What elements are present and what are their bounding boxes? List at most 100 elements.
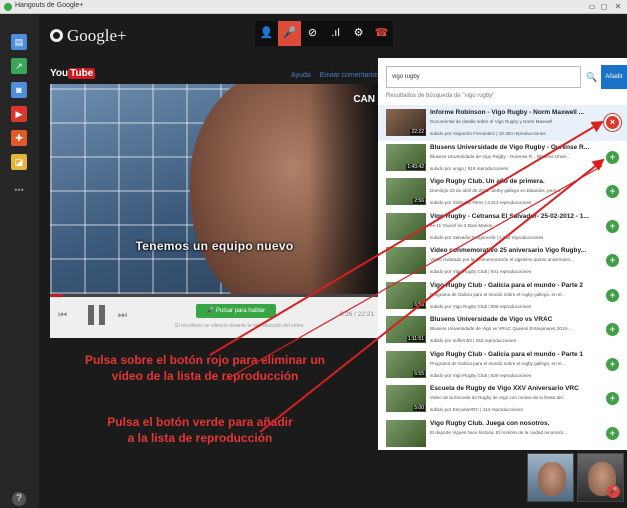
remove-from-playlist-button[interactable]: × bbox=[606, 116, 619, 129]
result-thumbnail[interactable]: 1:11:51 bbox=[386, 316, 426, 343]
help-link[interactable]: Ayuda bbox=[291, 72, 311, 79]
add-to-playlist-button[interactable]: + bbox=[606, 219, 619, 233]
add-to-playlist-button[interactable]: + bbox=[606, 323, 619, 336]
apps-sidebar: ▤ ↗ ◙ ▶ ✚ ◪ ••• ? bbox=[0, 14, 39, 508]
result-description: Blusens Universidade de Vigo vs VRAC Que… bbox=[430, 326, 573, 331]
result-title[interactable]: Vigo Rugby - Cetransa El Salvador- 25-02… bbox=[430, 213, 593, 220]
add-to-playlist-button[interactable]: + bbox=[606, 392, 619, 405]
video-player[interactable]: CAN Tenemos un equipo nuevo bbox=[50, 84, 379, 294]
hangouts-window: Hangouts de Google+ ▭ ◻ ✕ ▤ ↗ ◙ ▶ ✚ ◪ ••• ? Go… bbox=[0, 0, 627, 508]
video-time: 0:26 / 22:21 bbox=[339, 311, 374, 318]
mic-muted-note: El micrófono se silencia durante la repr… bbox=[175, 323, 305, 329]
add-to-playlist-button[interactable]: + bbox=[606, 254, 619, 267]
camera-off-icon[interactable]: ⊘ bbox=[301, 21, 324, 46]
signal-icon[interactable]: .ıl bbox=[324, 21, 347, 46]
participant-thumbnail-1[interactable] bbox=[527, 453, 574, 502]
red-annotation-line-1: Pulsa sobre el botón rojo para eliminar … bbox=[84, 353, 326, 367]
result-meta: subido por Sinborbo Films | 3.313 reprod… bbox=[430, 200, 532, 205]
result-row[interactable]: 1:43:42 Blusens Universidade de Vigo Rugb… bbox=[378, 140, 627, 176]
result-row[interactable]: 6:53 Vigo Rugby Club - Galicia para el mu… bbox=[378, 278, 627, 314]
help-icon[interactable]: ? bbox=[12, 492, 26, 506]
result-thumbnail[interactable] bbox=[386, 419, 426, 447]
add-to-playlist-button[interactable]: + bbox=[606, 426, 619, 440]
result-row[interactable]: 5:00 Escuela de Rugby de Vigo XXV Anivers… bbox=[378, 381, 627, 417]
add-to-playlist-button[interactable]: + bbox=[606, 288, 619, 302]
result-title[interactable]: Vigo Rugby Club - Galicia para el mundo … bbox=[430, 351, 593, 358]
result-row[interactable]: 6:55 Vigo Rugby Club - Galicia para el mu… bbox=[378, 347, 627, 383]
result-thumbnail[interactable] bbox=[386, 247, 426, 274]
video-subtitle: Tenemos un equipo nuevo bbox=[135, 239, 294, 253]
result-row[interactable]: 22:22 Informe Robinson - Vigo Rugby - Nor… bbox=[378, 105, 627, 141]
result-thumbnail[interactable] bbox=[386, 212, 426, 240]
mic-icon: 🎤 bbox=[206, 308, 217, 314]
camera-icon[interactable]: ◙ bbox=[11, 82, 27, 98]
invite-icon[interactable]: 👤 bbox=[255, 21, 278, 46]
hangup-icon[interactable]: ☎ bbox=[370, 21, 393, 46]
push-to-talk-label: Pulsar para hablar bbox=[216, 308, 266, 314]
result-duration: 22:22 bbox=[410, 129, 425, 135]
youtube-logo-you: You bbox=[50, 68, 69, 79]
window-title: Hangouts de Google+ bbox=[15, 2, 84, 9]
result-title[interactable]: Escuela de Rugby de Vigo XXV Aniversario… bbox=[430, 385, 593, 392]
feedback-link[interactable]: Enviar comentarios bbox=[320, 72, 380, 79]
result-meta: subido por EscuelaVRC | 414 reproduccion… bbox=[430, 407, 523, 412]
youtube-app-icon[interactable]: ▶ bbox=[11, 106, 27, 122]
next-icon[interactable]: ⏭ bbox=[118, 310, 127, 321]
result-title[interactable]: Vigo Rugby Club - Galicia para el mundo … bbox=[430, 282, 593, 289]
more-apps-icon[interactable]: ••• bbox=[11, 182, 27, 198]
participant-thumbnail-2[interactable]: 🎤 bbox=[577, 453, 624, 502]
screenshare-icon[interactable]: ↗ bbox=[11, 58, 27, 74]
result-row[interactable]: Vigo Rugby - Cetransa El Salvador- 25-02… bbox=[378, 209, 627, 245]
result-title[interactable]: Blusens Universidade de Vigo vs VRAC bbox=[430, 316, 593, 323]
result-description: ex-11 Youcef ex-2 Dani Marion bbox=[430, 222, 493, 228]
add-to-playlist-button[interactable]: + bbox=[606, 185, 619, 198]
result-meta: subido por suffern63 | 253 reproduccione… bbox=[430, 338, 516, 343]
result-thumbnail[interactable]: 1:43:42 bbox=[386, 143, 426, 171]
result-row[interactable]: 2:56 Vigo Rugby Club. Un año de primera. D… bbox=[378, 174, 627, 210]
result-title[interactable]: Informe Robinson - Vigo Rugby - Norm Max… bbox=[430, 109, 593, 116]
lifebuoy-icon[interactable]: ✚ bbox=[11, 130, 27, 146]
chat-icon[interactable]: ▤ bbox=[11, 34, 27, 50]
result-meta: subido por Salvador Borgoncelo | 2.084 r… bbox=[430, 234, 544, 240]
result-thumbnail[interactable]: 2:56 bbox=[386, 178, 426, 205]
pause-button[interactable] bbox=[88, 305, 106, 325]
previous-icon[interactable]: ⏮ bbox=[58, 310, 67, 321]
result-row[interactable]: Vigo Rugby Club. Juega con nosotros. El d… bbox=[378, 416, 627, 451]
youtube-logo: You Tube bbox=[50, 68, 96, 79]
google-plus-logo: Google+ bbox=[50, 26, 127, 46]
search-icon[interactable]: 🔍 bbox=[583, 66, 601, 88]
result-row[interactable]: 1:11:51 Blusens Universidade de Vigo vs V… bbox=[378, 312, 627, 348]
result-title[interactable]: Blusens Universidade de Vigo Rugby - Our… bbox=[430, 144, 593, 151]
push-to-talk-button[interactable]: 🎤 Pulsar para hablar bbox=[196, 304, 276, 318]
close-button[interactable]: ✕ bbox=[612, 1, 624, 12]
youtube-links: Ayuda Enviar comentarios bbox=[291, 72, 387, 79]
minimize-button[interactable]: ▭ bbox=[587, 1, 597, 12]
result-description: Blusens Universidade de Vigo Rugby - Our… bbox=[430, 153, 571, 159]
search-input[interactable] bbox=[386, 66, 581, 88]
result-meta: subido por Vigo Rugby Club | 628 reprodu… bbox=[430, 372, 532, 378]
mic-muted-icon[interactable]: 🎤 bbox=[278, 21, 301, 46]
settings-icon[interactable]: ⚙ bbox=[347, 21, 370, 46]
add-button[interactable]: Añadir bbox=[601, 65, 627, 89]
result-title[interactable]: Vigo Rugby Club. Un año de primera. bbox=[430, 178, 593, 185]
call-toolbar: 👤 🎤 ⊘ .ıl ⚙ ☎ bbox=[255, 21, 393, 46]
result-description: Programa de Galicia para el mundo sobre … bbox=[430, 360, 566, 366]
result-duration: 1:11:51 bbox=[406, 336, 425, 342]
effects-icon[interactable]: ◪ bbox=[11, 154, 27, 170]
result-thumbnail[interactable]: 22:22 bbox=[386, 109, 426, 136]
result-duration: 2:56 bbox=[413, 198, 425, 204]
youtube-search-panel: 🔍 Añadir Resultados de búsqueda de "vigo… bbox=[378, 58, 627, 450]
result-thumbnail[interactable]: 6:55 bbox=[386, 350, 426, 378]
brand-label: Google+ bbox=[67, 26, 127, 45]
result-title[interactable]: Vigo Rugby Club. Juega con nosotros. bbox=[430, 420, 593, 427]
result-thumbnail[interactable]: 6:53 bbox=[386, 281, 426, 309]
result-thumbnail[interactable]: 5:00 bbox=[386, 385, 426, 412]
result-row[interactable]: Video conmemorativo 25 aniversario Vigo … bbox=[378, 243, 627, 279]
add-to-playlist-button[interactable]: + bbox=[606, 357, 619, 371]
result-duration: 5:00 bbox=[413, 405, 425, 411]
result-title[interactable]: Video conmemorativo 25 aniversario Vigo … bbox=[430, 247, 593, 254]
maximize-button[interactable]: ◻ bbox=[599, 1, 609, 12]
add-to-playlist-button[interactable]: + bbox=[606, 150, 619, 164]
result-description: Domingo 15 de abril de 2012, derby galle… bbox=[430, 188, 565, 193]
red-annotation-line-2: vídeo de la lista de reproducción bbox=[111, 369, 299, 383]
